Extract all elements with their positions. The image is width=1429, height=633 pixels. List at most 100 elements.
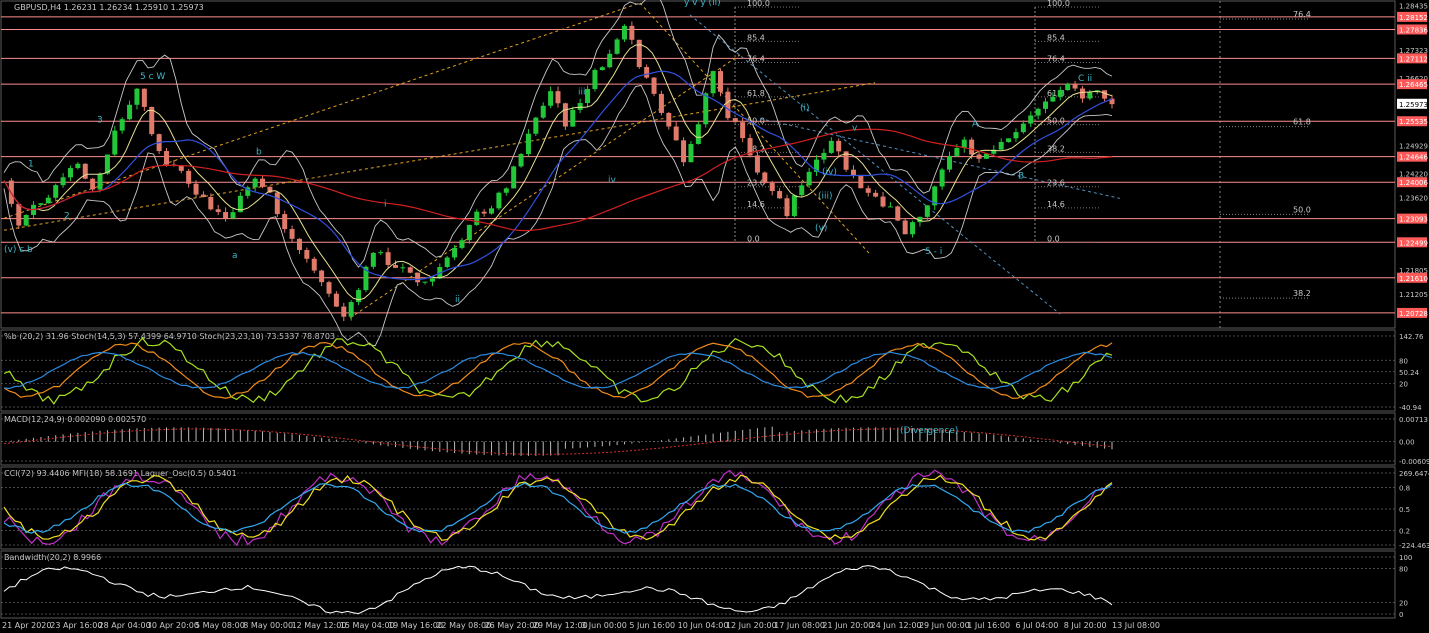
candle-body	[540, 105, 546, 118]
candle-body	[976, 154, 982, 159]
time-label: 29 May 12:00	[533, 621, 588, 630]
candle-body	[186, 170, 192, 184]
candle-body	[38, 203, 44, 205]
price-label: 1.25973	[1399, 101, 1428, 109]
time-label: 26 May 20:00	[485, 621, 540, 630]
panel-title: CCI(72) 93.4406 MFI(18) 58.1691 Laguer_O…	[4, 469, 237, 478]
fib-label: 85.4	[747, 33, 765, 42]
wave-label: 1	[28, 159, 34, 169]
time-label: 28 Apr 04:00	[99, 621, 151, 630]
time-label: 17 Jun 08:00	[774, 621, 825, 630]
panel-tick: 0.00	[1399, 439, 1415, 447]
trend-lines	[3, 2, 1121, 319]
candle-body	[459, 240, 465, 248]
cci-line	[3, 482, 1113, 534]
candle-body	[740, 122, 746, 139]
stoch-signal-line	[3, 341, 1113, 400]
price-axis: 1.284351.281521.278361.273231.271121.266…	[1397, 3, 1428, 318]
candle-body	[939, 169, 945, 187]
candle-body	[924, 205, 930, 217]
price-label: 1.23093	[1399, 216, 1428, 224]
panel-frames	[0, 0, 1396, 619]
candle-body	[348, 302, 354, 317]
candle-body	[998, 141, 1004, 150]
candle-body	[791, 195, 797, 217]
symbol-header: GBPUSD,H4 1.26231 1.26234 1.25910 1.2597…	[14, 3, 204, 12]
price-label: 1.24646	[1399, 154, 1428, 162]
candle-body	[732, 118, 738, 123]
panel-tick: 20	[1399, 600, 1408, 608]
time-label: 8 Jul 20:00	[1064, 621, 1107, 630]
candle-body	[326, 282, 332, 294]
price-label: 1.25535	[1399, 118, 1428, 126]
panel-tick: 20	[1399, 380, 1408, 388]
time-label: 3 Jun 00:00	[581, 621, 627, 630]
candle-body	[1006, 138, 1012, 142]
candle-body	[850, 169, 856, 176]
time-label: 12 May 12:00	[292, 621, 347, 630]
fib-label: 61.8	[747, 89, 765, 98]
panel-tick: -0.006097	[1399, 458, 1429, 466]
candle-body	[489, 208, 495, 214]
percent-b-line	[3, 351, 1113, 390]
candle-body	[23, 214, 29, 226]
candle-body	[1050, 96, 1056, 102]
candle-body	[97, 173, 103, 190]
price-label: 1.26465	[1399, 81, 1428, 89]
candle-body	[858, 175, 864, 189]
candle-body	[710, 71, 716, 94]
candle-body	[836, 140, 842, 152]
time-label: 8 May 00:00	[243, 621, 293, 630]
wave-label: (iii)	[818, 191, 833, 201]
candle-body	[474, 211, 480, 225]
candle-body	[865, 188, 871, 193]
candle-body	[1065, 83, 1071, 91]
candle-body	[525, 133, 531, 155]
candle-body	[481, 211, 487, 214]
candle-body	[681, 140, 687, 163]
panel-frame	[0, 550, 1396, 619]
fib-label: 76.4	[1047, 55, 1065, 64]
price-label: 1.27112	[1399, 55, 1428, 63]
candle-body	[16, 203, 22, 226]
candle-body	[274, 192, 280, 215]
price-label: 1.21205	[1399, 291, 1428, 299]
candle-body	[127, 104, 133, 120]
indicator-panels: %b (20,2) 31.96 Stoch(14,5,3) 57.4399 64…	[1, 332, 1429, 619]
bollinger-upper	[3, 0, 1113, 268]
candle-body	[260, 178, 266, 187]
fib-label: 50.0	[1047, 117, 1065, 126]
fib-ext-label: 50.0	[1293, 205, 1311, 214]
panel-tick: 0.8	[1399, 484, 1410, 492]
candle-body	[910, 222, 916, 235]
candle-body	[1043, 101, 1049, 109]
candle-body	[319, 270, 325, 283]
candle-body	[164, 151, 170, 165]
candle-body	[1020, 123, 1026, 133]
candle-body	[496, 192, 502, 209]
panel-tick: -40.94	[1399, 404, 1422, 412]
time-label: 12 Jun 20:00	[726, 621, 777, 630]
time-label: 1 Jul 16:00	[967, 621, 1010, 630]
candle-body	[621, 25, 627, 40]
panel-frame	[0, 466, 1396, 550]
time-label: 15 May 04:00	[340, 621, 395, 630]
fib-label: 23.6	[747, 179, 765, 188]
wave-label: C ii	[1078, 74, 1092, 84]
candle-body	[370, 252, 376, 267]
candle-body	[806, 171, 812, 186]
fib-ext-label: 76.4	[1293, 10, 1311, 19]
candle-body	[518, 154, 524, 167]
candle-body	[112, 130, 118, 155]
time-label: 19 May 16:00	[388, 621, 443, 630]
chart-canvas: 100.085.476.461.850.038.223.614.60.0100.…	[0, 0, 1429, 630]
candle-body	[67, 168, 73, 178]
candle-body	[296, 238, 302, 250]
panel-tick: 80	[1399, 565, 1408, 573]
candlesticks	[8, 21, 1115, 322]
candle-body	[1057, 90, 1063, 97]
fibonacci-tools: 100.0 85.4 76.4 61.8 50.0 38.2 23.6 14.6 0.0 100.…	[734, 0, 1311, 299]
candle-body	[208, 196, 214, 210]
candle-body	[200, 194, 206, 197]
fib-label: 14.6	[747, 200, 765, 209]
